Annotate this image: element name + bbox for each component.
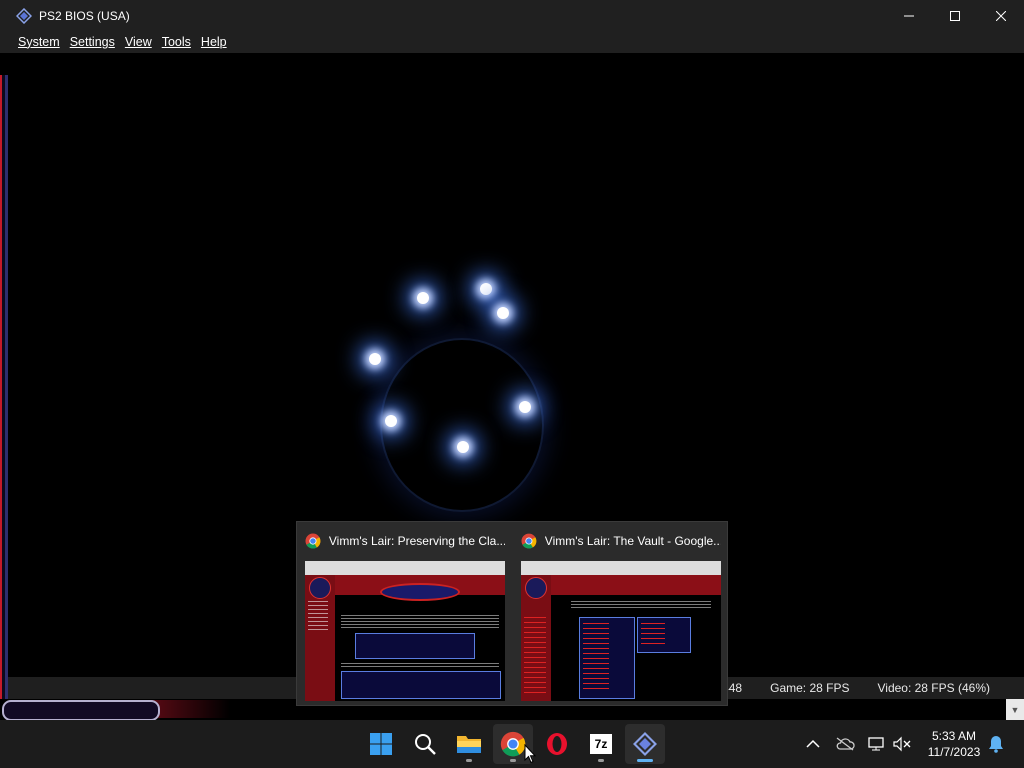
thumb-title: Vimm's Lair: Preserving the Cla... xyxy=(328,534,505,548)
thumb-image xyxy=(305,561,505,701)
taskbar-preview-popup: Vimm's Lair: Preserving the Cla... Vimm'… xyxy=(296,521,728,706)
bios-orb xyxy=(365,349,385,369)
minimize-icon xyxy=(904,15,914,16)
menu-bar: System Settings View Tools Help xyxy=(0,31,1024,53)
network-tray-button[interactable] xyxy=(867,734,887,754)
taskbar-7zip[interactable]: 7z xyxy=(581,724,621,764)
background-window-pill xyxy=(2,700,160,721)
network-icon xyxy=(868,737,884,751)
window-title: PS2 BIOS (USA) xyxy=(39,8,130,23)
notifications-button[interactable] xyxy=(986,734,1006,754)
taskbar-clock[interactable]: 5:33 AM 11/7/2023 xyxy=(916,728,992,760)
mouse-cursor-icon xyxy=(524,744,536,764)
maximize-icon xyxy=(950,10,960,21)
7zip-icon: 7z xyxy=(590,734,612,754)
taskbar: 7z 5:33 AM 11/7/2023 xyxy=(0,720,1024,768)
status-video-fps: Video: 28 FPS (46%) xyxy=(877,681,990,695)
onedrive-tray-button[interactable] xyxy=(835,734,855,754)
menu-help[interactable]: Help xyxy=(196,35,232,49)
chrome-icon xyxy=(500,731,526,757)
pcsx2-icon xyxy=(633,732,657,756)
start-button[interactable] xyxy=(361,724,401,764)
menu-system[interactable]: System xyxy=(13,35,65,49)
search-icon xyxy=(415,734,436,755)
show-hidden-icons-button[interactable] xyxy=(803,734,823,754)
pcsx2-app-icon xyxy=(16,7,32,24)
taskbar-pcsx2[interactable] xyxy=(625,724,665,764)
chrome-window-thumbnail[interactable]: Vimm's Lair: The Vault - Google... xyxy=(513,522,729,707)
bios-orb xyxy=(453,437,473,457)
chrome-icon xyxy=(521,533,537,549)
background-window-accent xyxy=(150,700,230,718)
clock-date: 11/7/2023 xyxy=(927,745,981,759)
thumb-image xyxy=(521,561,721,701)
status-game-fps: Game: 28 FPS xyxy=(770,681,850,695)
bios-orb xyxy=(476,279,496,299)
menu-settings[interactable]: Settings xyxy=(65,35,120,49)
chrome-icon xyxy=(305,533,321,549)
maximize-button[interactable] xyxy=(932,0,978,31)
search-button[interactable] xyxy=(405,724,445,764)
clock-time: 5:33 AM xyxy=(931,729,977,743)
minimize-button[interactable] xyxy=(886,0,932,31)
chrome-window-thumbnail[interactable]: Vimm's Lair: Preserving the Cla... xyxy=(297,522,513,707)
volume-muted-icon xyxy=(893,736,911,752)
file-explorer-icon xyxy=(457,736,481,753)
taskbar-opera[interactable] xyxy=(537,724,577,764)
bell-icon xyxy=(989,736,1003,753)
bios-orb xyxy=(381,411,401,431)
windows-start-icon xyxy=(370,733,392,755)
title-bar[interactable]: PS2 BIOS (USA) xyxy=(0,0,1024,31)
volume-tray-button[interactable] xyxy=(892,734,912,754)
close-icon xyxy=(996,10,1006,21)
menu-tools[interactable]: Tools xyxy=(157,35,196,49)
close-button[interactable] xyxy=(978,0,1024,31)
bios-orb xyxy=(493,303,513,323)
taskbar-file-explorer[interactable] xyxy=(449,724,489,764)
background-window-edge xyxy=(0,75,8,720)
bios-orb xyxy=(413,288,433,308)
opera-icon xyxy=(547,733,567,755)
bios-orb xyxy=(515,397,535,417)
scroll-down-arrow[interactable]: ▼ xyxy=(1006,699,1024,720)
cloud-offline-icon xyxy=(836,737,855,751)
chevron-up-icon xyxy=(806,739,820,748)
menu-view[interactable]: View xyxy=(120,35,157,49)
orb-ring xyxy=(380,338,544,512)
thumb-title: Vimm's Lair: The Vault - Google... xyxy=(544,534,721,548)
